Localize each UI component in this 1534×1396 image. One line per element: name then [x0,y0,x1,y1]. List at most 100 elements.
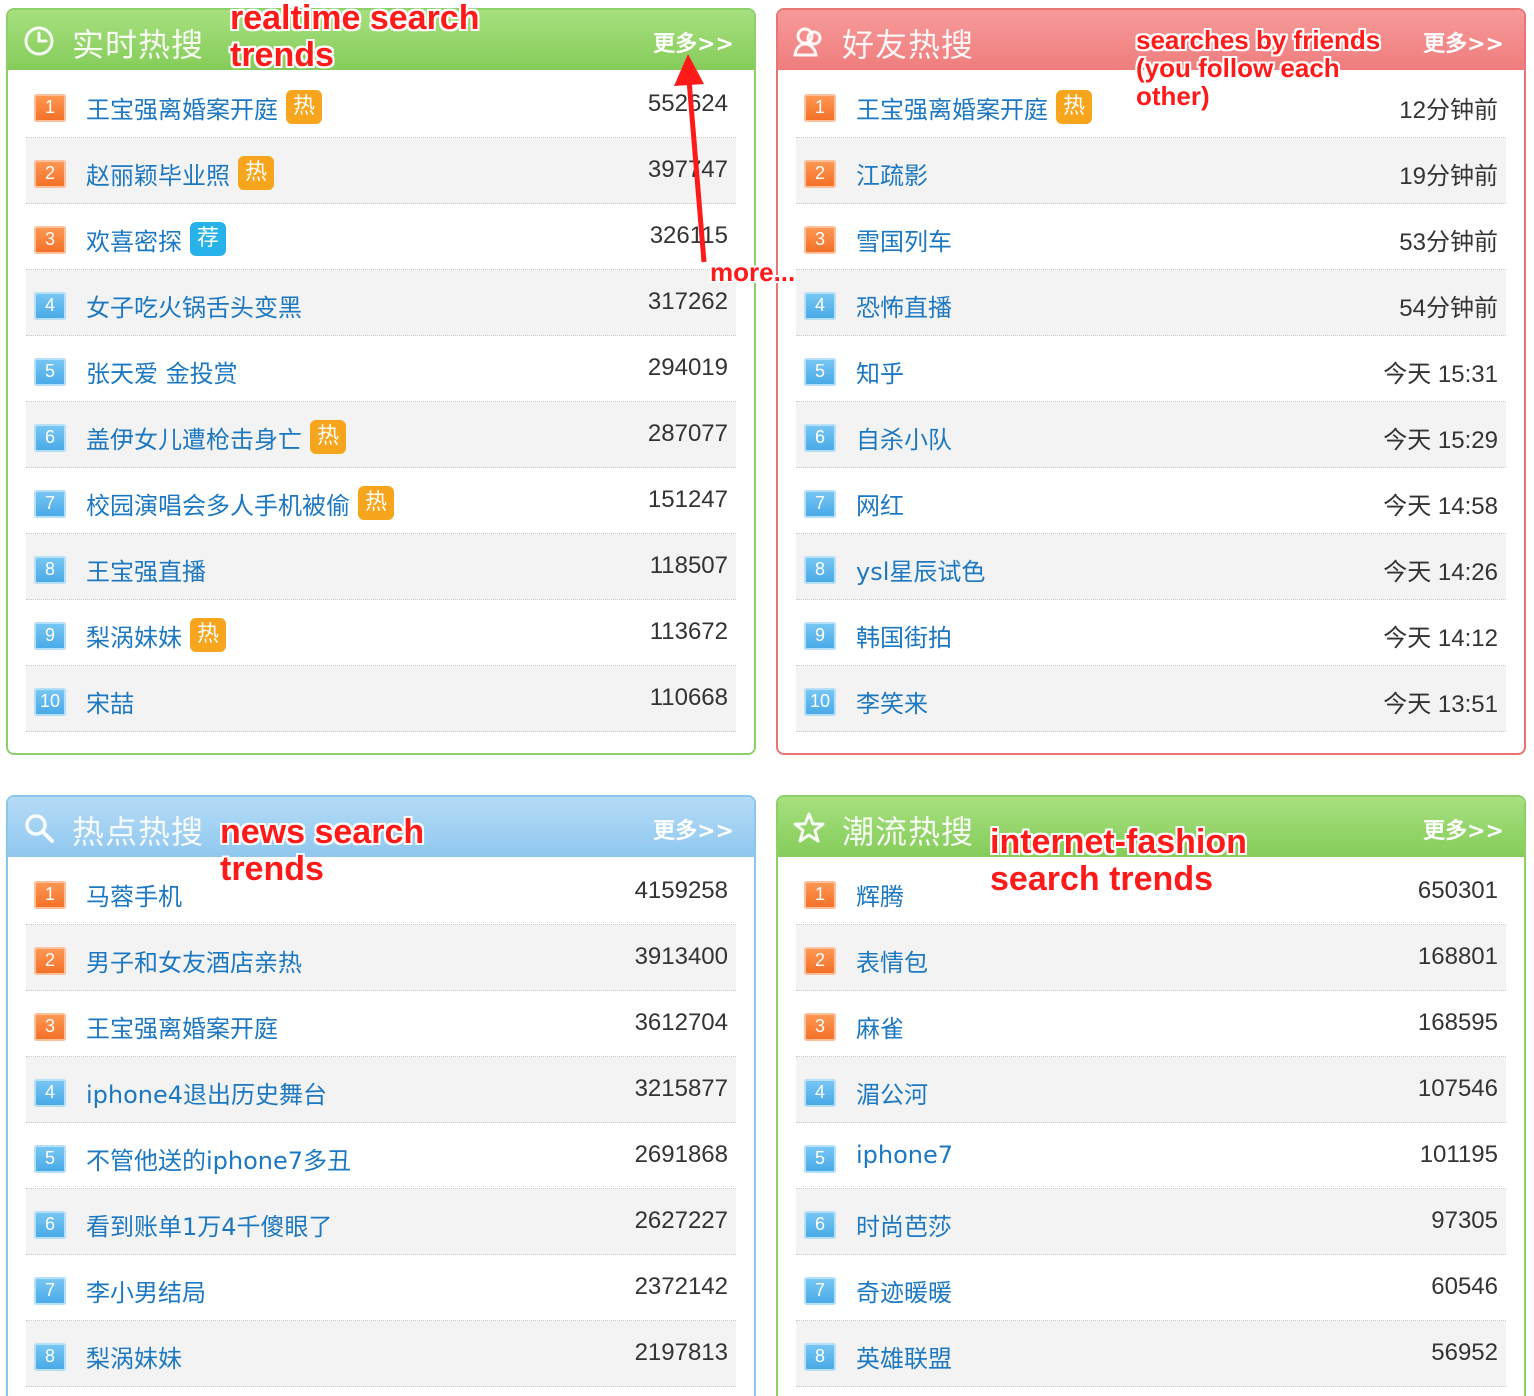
rank-badge: 3 [804,226,836,254]
fashion-panel-title: 潮流热搜 [842,813,975,851]
trend-term-link[interactable]: 麻雀 [856,1009,904,1044]
trend-value: 今天 15:29 [1383,427,1498,454]
trend-row: 5 不管他送的iphone7多丑 2691868 [26,1123,736,1189]
news-panel-header: 热点热搜 更多>> [8,797,754,857]
trend-term-link[interactable]: 赵丽颖毕业照热 [86,156,274,194]
trend-value: 56952 [1431,1339,1498,1366]
trend-term-link[interactable]: 李小男结局 [86,1273,206,1308]
trend-value: 110668 [649,684,728,711]
trend-term-link[interactable]: 女子吃火锅舌头变黑 [86,288,302,323]
trend-row: 6 盖伊女儿遭枪击身亡热 287077 [26,402,736,468]
trend-term-link[interactable]: 王宝强离婚案开庭热 [856,90,1092,128]
trend-term-link[interactable]: 校园演唱会多人手机被偷热 [86,486,394,524]
trend-term-text: 王宝强直播 [86,558,206,586]
trend-row: 6 时尚芭莎 97305 [796,1189,1506,1255]
trend-value: 168595 [1417,1009,1498,1036]
trend-term-text: 男子和女友酒店亲热 [86,949,302,977]
trend-term-link[interactable]: 王宝强直播 [86,552,206,587]
trend-value: 12分钟前 [1399,97,1498,124]
hot-badge: 热 [286,90,322,124]
trend-term-link[interactable]: 宋喆 [86,684,134,719]
trend-term-link[interactable]: 盖伊女儿遭枪击身亡热 [86,420,346,458]
rank-badge: 3 [804,1013,836,1041]
news-more-link[interactable]: 更多>> [653,813,734,845]
trend-term-link[interactable]: 王宝强离婚案开庭热 [86,90,322,128]
trend-term-link[interactable]: iphone4退出历史舞台 [86,1075,327,1110]
rank-badge: 8 [804,556,836,584]
rank-badge: 6 [34,1211,66,1239]
trend-term-link[interactable]: 张天爱 金投赏 [86,354,238,389]
trend-row: 4 湄公河 107546 [796,1057,1506,1123]
trend-row: 8 ysl星辰试色 今天 14:26 [796,534,1506,600]
trend-term-text: 梨涡妹妹 [86,624,182,652]
trend-term-link[interactable]: 知乎 [856,354,904,389]
trend-row: 1 王宝强离婚案开庭热 12分钟前 [796,72,1506,138]
fashion-panel-header: 潮流热搜 更多>> [778,797,1524,857]
trend-value: 107546 [1417,1075,1498,1102]
trend-value: 97305 [1431,1207,1498,1234]
trend-term-link[interactable]: 湄公河 [856,1075,928,1110]
trend-term-link[interactable]: 不管他送的iphone7多丑 [86,1141,351,1176]
trend-term-link[interactable]: 李笑来 [856,684,928,719]
rank-badge: 8 [804,1343,836,1371]
recommended-badge: 荐 [190,222,226,256]
rank-badge: 10 [34,688,66,716]
trend-value: 168801 [1417,943,1498,970]
rank-badge: 3 [34,1013,66,1041]
friends-panel-header: 好友热搜 更多>> [778,10,1524,70]
trend-row: 10 宋喆 110668 [26,666,736,732]
trend-term-text: 赵丽颖毕业照 [86,162,230,190]
trend-term-link[interactable]: iphone7 [856,1141,953,1169]
realtime-panel-title: 实时热搜 [72,26,205,64]
trend-term-text: 女子吃火锅舌头变黑 [86,294,302,322]
trend-term-link[interactable]: 梨涡妹妹热 [86,618,226,656]
trend-value: 118507 [649,552,728,579]
trend-term-link[interactable]: ysl星辰试色 [856,552,985,587]
trend-row: 7 校园演唱会多人手机被偷热 151247 [26,468,736,534]
trend-term-link[interactable]: 梨涡妹妹 [86,1339,182,1374]
trend-row: 1 辉腾 650301 [796,859,1506,925]
trend-term-link[interactable]: 王宝强离婚案开庭 [86,1009,278,1044]
trend-value: 650301 [1417,877,1498,904]
rank-badge: 7 [34,1277,66,1305]
rank-badge: 1 [804,94,836,122]
trend-term-link[interactable]: 时尚芭莎 [856,1207,952,1242]
trend-term-link[interactable]: 奇迹暖暖 [856,1273,952,1308]
trend-term-text: iphone7 [856,1141,954,1169]
trend-term-text: iphone4退出历史舞台 [86,1081,328,1109]
friends-more-link[interactable]: 更多>> [1423,26,1504,58]
fashion-more-link[interactable]: 更多>> [1423,813,1504,845]
rank-badge: 6 [804,1211,836,1239]
trend-term-link[interactable]: 男子和女友酒店亲热 [86,943,302,978]
trend-row: 4 iphone4退出历史舞台 3215877 [26,1057,736,1123]
trend-term-link[interactable]: 韩国街拍 [856,618,952,653]
trend-term-text: 马蓉手机 [86,883,182,911]
trend-term-link[interactable]: 欢喜密探荐 [86,222,226,260]
trend-term-link[interactable]: 表情包 [856,943,928,978]
trend-term-link[interactable]: 自杀小队 [856,420,952,455]
trend-value: 2372142 [634,1273,728,1300]
realtime-more-link[interactable]: 更多>> [653,26,734,58]
friends-trend-list: 1 王宝强离婚案开庭热 12分钟前 2 江疏影 19分钟前 3 雪国列车 53分钟前 4 恐怖直播 5… [778,72,1524,732]
trend-term-link[interactable]: 马蓉手机 [86,877,182,912]
rank-badge: 2 [34,160,66,188]
trend-term-text: 知乎 [856,360,904,388]
trend-term-link[interactable]: 雪国列车 [856,222,952,257]
trend-term-link[interactable]: 英雄联盟 [856,1339,952,1374]
trend-value: 19分钟前 [1399,163,1498,190]
rank-badge: 2 [804,160,836,188]
trend-term-link[interactable]: 看到账单1万4千傻眼了 [86,1207,333,1242]
trend-term-text: 雪国列车 [856,228,952,256]
trend-row: 10 李笑来 今天 13:51 [796,666,1506,732]
trend-value: 54分钟前 [1399,295,1498,322]
rank-badge: 6 [34,424,66,452]
trend-term-text: 梨涡妹妹 [86,1345,182,1373]
trend-term-link[interactable]: 辉腾 [856,877,904,912]
trend-row: 6 看到账单1万4千傻眼了 2627227 [26,1189,736,1255]
trend-term-link[interactable]: 江疏影 [856,156,928,191]
trend-term-text: 恐怖直播 [856,294,952,322]
trend-term-link[interactable]: 恐怖直播 [856,288,952,323]
trend-term-link[interactable]: 网红 [856,486,904,521]
trend-value: 今天 14:26 [1383,559,1498,586]
rank-badge: 4 [34,1079,66,1107]
